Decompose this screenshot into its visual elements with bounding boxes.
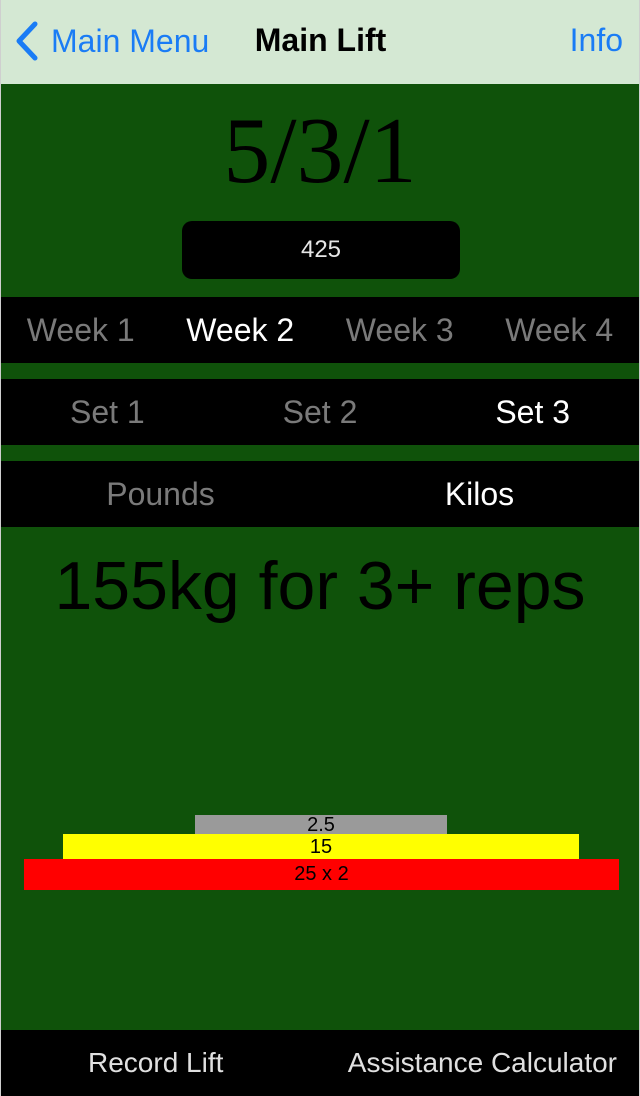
- week-selector: Week 1 Week 2 Week 3 Week 4: [1, 297, 639, 363]
- info-button[interactable]: Info: [570, 22, 623, 59]
- tab-pounds[interactable]: Pounds: [1, 461, 320, 527]
- bottom-toolbar: Record Lift Assistance Calculator: [1, 1030, 639, 1096]
- tab-week-1[interactable]: Week 1: [1, 297, 161, 363]
- training-max-input[interactable]: [182, 221, 460, 279]
- record-lift-button[interactable]: Record Lift: [88, 1030, 223, 1096]
- tab-week-4[interactable]: Week 4: [480, 297, 640, 363]
- back-button-label: Main Menu: [51, 22, 210, 59]
- plate-2-5: 2.5: [195, 815, 447, 836]
- unit-selector: Pounds Kilos: [1, 461, 639, 527]
- assistance-calculator-button[interactable]: Assistance Calculator: [348, 1030, 617, 1096]
- chevron-left-icon: [16, 21, 38, 61]
- tab-kilos[interactable]: Kilos: [320, 461, 639, 527]
- program-title: 5/3/1: [223, 99, 417, 203]
- tab-week-2[interactable]: Week 2: [161, 297, 321, 363]
- tab-set-1[interactable]: Set 1: [1, 379, 214, 445]
- navigation-bar: Main Menu Main Lift Info: [1, 0, 639, 84]
- plate-15: 15: [63, 834, 579, 859]
- plate-25: 25 x 2: [24, 859, 619, 890]
- back-button[interactable]: Main Menu: [15, 18, 209, 64]
- page-title-text: Main Lift: [254, 22, 387, 58]
- app-screen: Main Menu Main Lift Info 5/3/1 Week 1 We…: [0, 0, 640, 1096]
- tab-week-3[interactable]: Week 3: [320, 297, 480, 363]
- lift-result: 155kg for 3+ reps: [54, 548, 586, 624]
- set-selector: Set 1 Set 2 Set 3: [1, 379, 639, 445]
- tab-set-3[interactable]: Set 3: [426, 379, 639, 445]
- tab-set-2[interactable]: Set 2: [214, 379, 427, 445]
